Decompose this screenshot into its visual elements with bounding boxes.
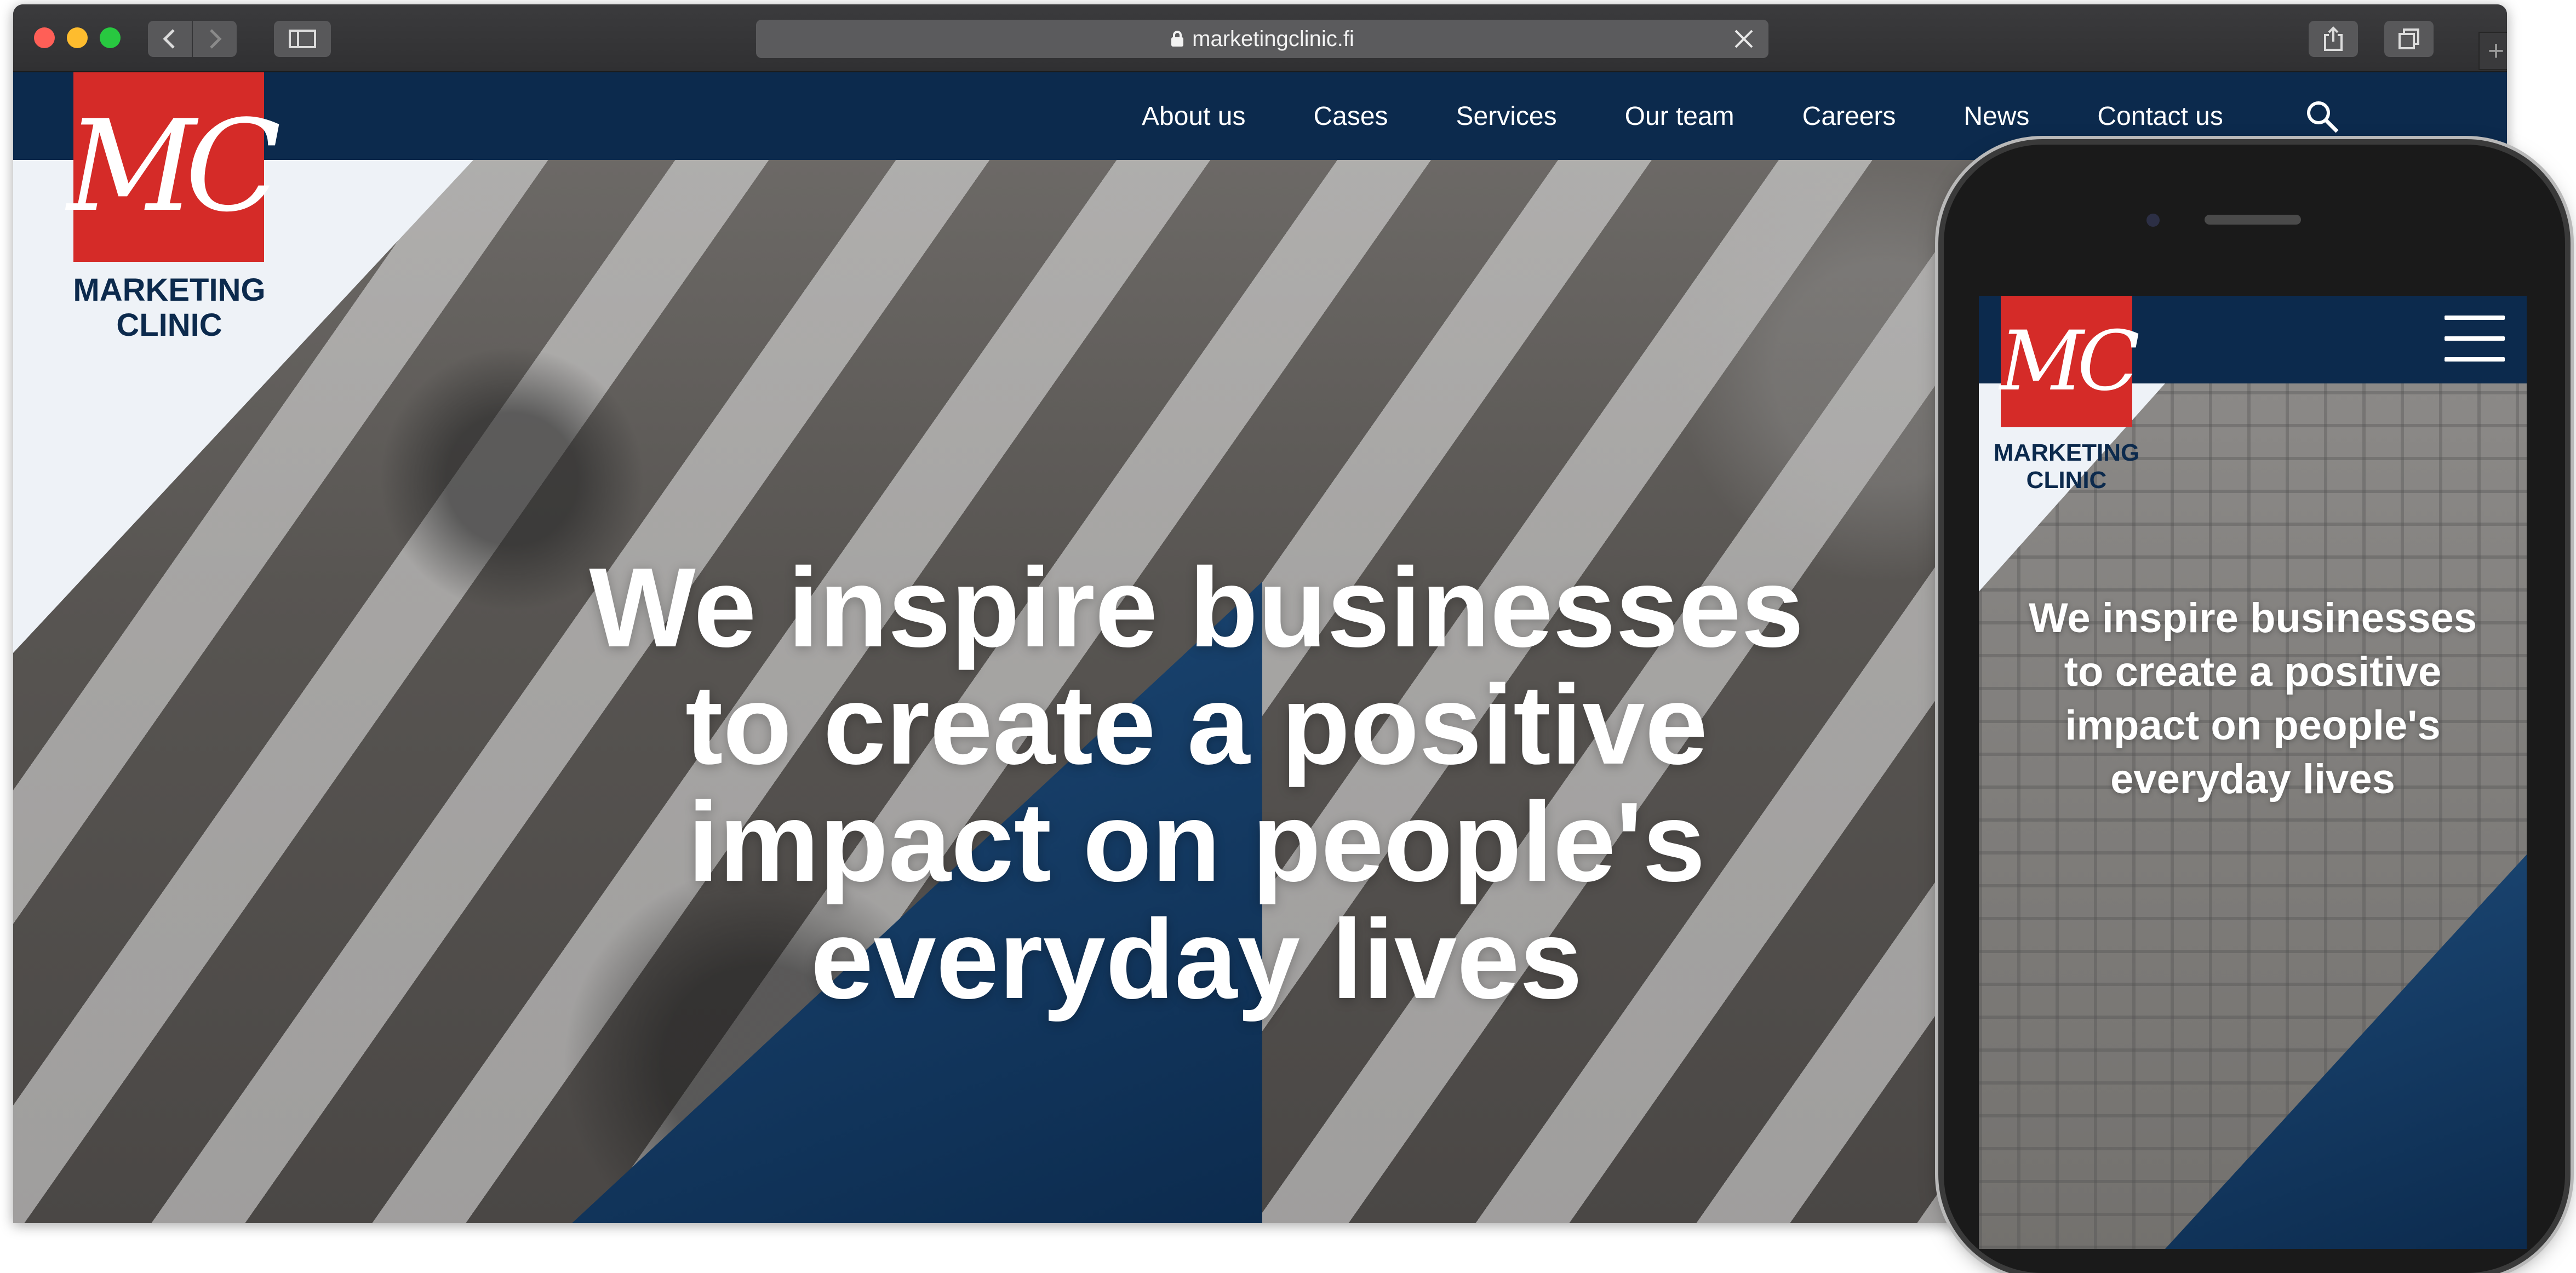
new-tab-button[interactable]: + bbox=[2478, 32, 2507, 70]
minimize-window-button[interactable] bbox=[67, 27, 88, 48]
share-icon bbox=[2324, 26, 2343, 51]
sidebar-icon bbox=[289, 30, 316, 48]
logo-text-line1: MARKETING bbox=[73, 272, 266, 308]
mobile-logo-wordmark: MARKETING CLINIC bbox=[1990, 439, 2143, 494]
nav-careers[interactable]: Careers bbox=[1802, 101, 1896, 131]
close-icon[interactable] bbox=[1731, 26, 1756, 51]
mobile-headline-line-2: to create a positive bbox=[2064, 649, 2442, 695]
browser-toolbar: marketingclinic.fi bbox=[13, 4, 2507, 72]
phone-screen: MC MARKETING CLINIC We inspire businesse… bbox=[1979, 296, 2527, 1249]
mobile-logo-text-line1: MARKETING bbox=[1993, 439, 2140, 466]
nav-news[interactable]: News bbox=[1964, 101, 2029, 131]
url-text: marketingclinic.fi bbox=[1192, 26, 1354, 51]
lock-icon bbox=[1170, 30, 1184, 48]
mobile-headline-line-3: impact on people's bbox=[2065, 702, 2441, 749]
nav-our-team[interactable]: Our team bbox=[1625, 101, 1734, 131]
plus-icon: + bbox=[2487, 35, 2505, 67]
nav-services[interactable]: Services bbox=[1456, 101, 1557, 131]
close-window-button[interactable] bbox=[34, 27, 55, 48]
tabs-icon bbox=[2398, 28, 2419, 49]
mobile-logo[interactable]: MC bbox=[1999, 296, 2140, 427]
mobile-headline-line-4: everyday lives bbox=[2110, 756, 2395, 802]
nav-cases[interactable]: Cases bbox=[1313, 101, 1388, 131]
share-button[interactable] bbox=[2309, 21, 2358, 57]
headline-line-2: to create a positive bbox=[685, 662, 1708, 788]
nav-contact-us[interactable]: Contact us bbox=[2097, 101, 2223, 131]
headline-line-4: everyday lives bbox=[810, 896, 1583, 1022]
mobile-logo-text-line2: CLINIC bbox=[2026, 467, 2107, 494]
phone-mockup: MC MARKETING CLINIC We inspire businesse… bbox=[1944, 145, 2565, 1273]
mobile-hero-headline: We inspire businesses to create a positi… bbox=[1995, 592, 2510, 806]
chevron-right-icon bbox=[210, 29, 222, 49]
back-button[interactable] bbox=[148, 21, 192, 57]
address-bar[interactable]: marketingclinic.fi bbox=[756, 20, 1768, 58]
headline-line-3: impact on people's bbox=[688, 779, 1705, 905]
tab-overview-button[interactable] bbox=[2384, 21, 2434, 57]
forward-button[interactable] bbox=[193, 21, 237, 57]
logo-mark: MC bbox=[67, 94, 282, 240]
chevron-left-icon bbox=[163, 29, 175, 49]
headline-line-1: We inspire businesses bbox=[589, 544, 1804, 670]
zoom-window-button[interactable] bbox=[100, 27, 121, 48]
front-camera bbox=[2146, 214, 2160, 227]
hero-headline: We inspire businesses to create a positi… bbox=[528, 549, 1865, 1018]
search-icon[interactable] bbox=[2303, 98, 2342, 136]
mobile-logo-mark: MC bbox=[1999, 314, 2140, 409]
earpiece-speaker bbox=[2205, 215, 2301, 225]
hamburger-menu-icon[interactable] bbox=[2445, 316, 2505, 362]
sidebar-toggle-button[interactable] bbox=[274, 21, 331, 57]
logo-wordmark: MARKETING CLINIC bbox=[68, 273, 271, 343]
site-logo[interactable]: MC bbox=[67, 72, 282, 262]
nav-about-us[interactable]: About us bbox=[1142, 101, 1245, 131]
logo-text-line2: CLINIC bbox=[116, 307, 222, 343]
mobile-headline-line-1: We inspire businesses bbox=[2028, 595, 2477, 641]
